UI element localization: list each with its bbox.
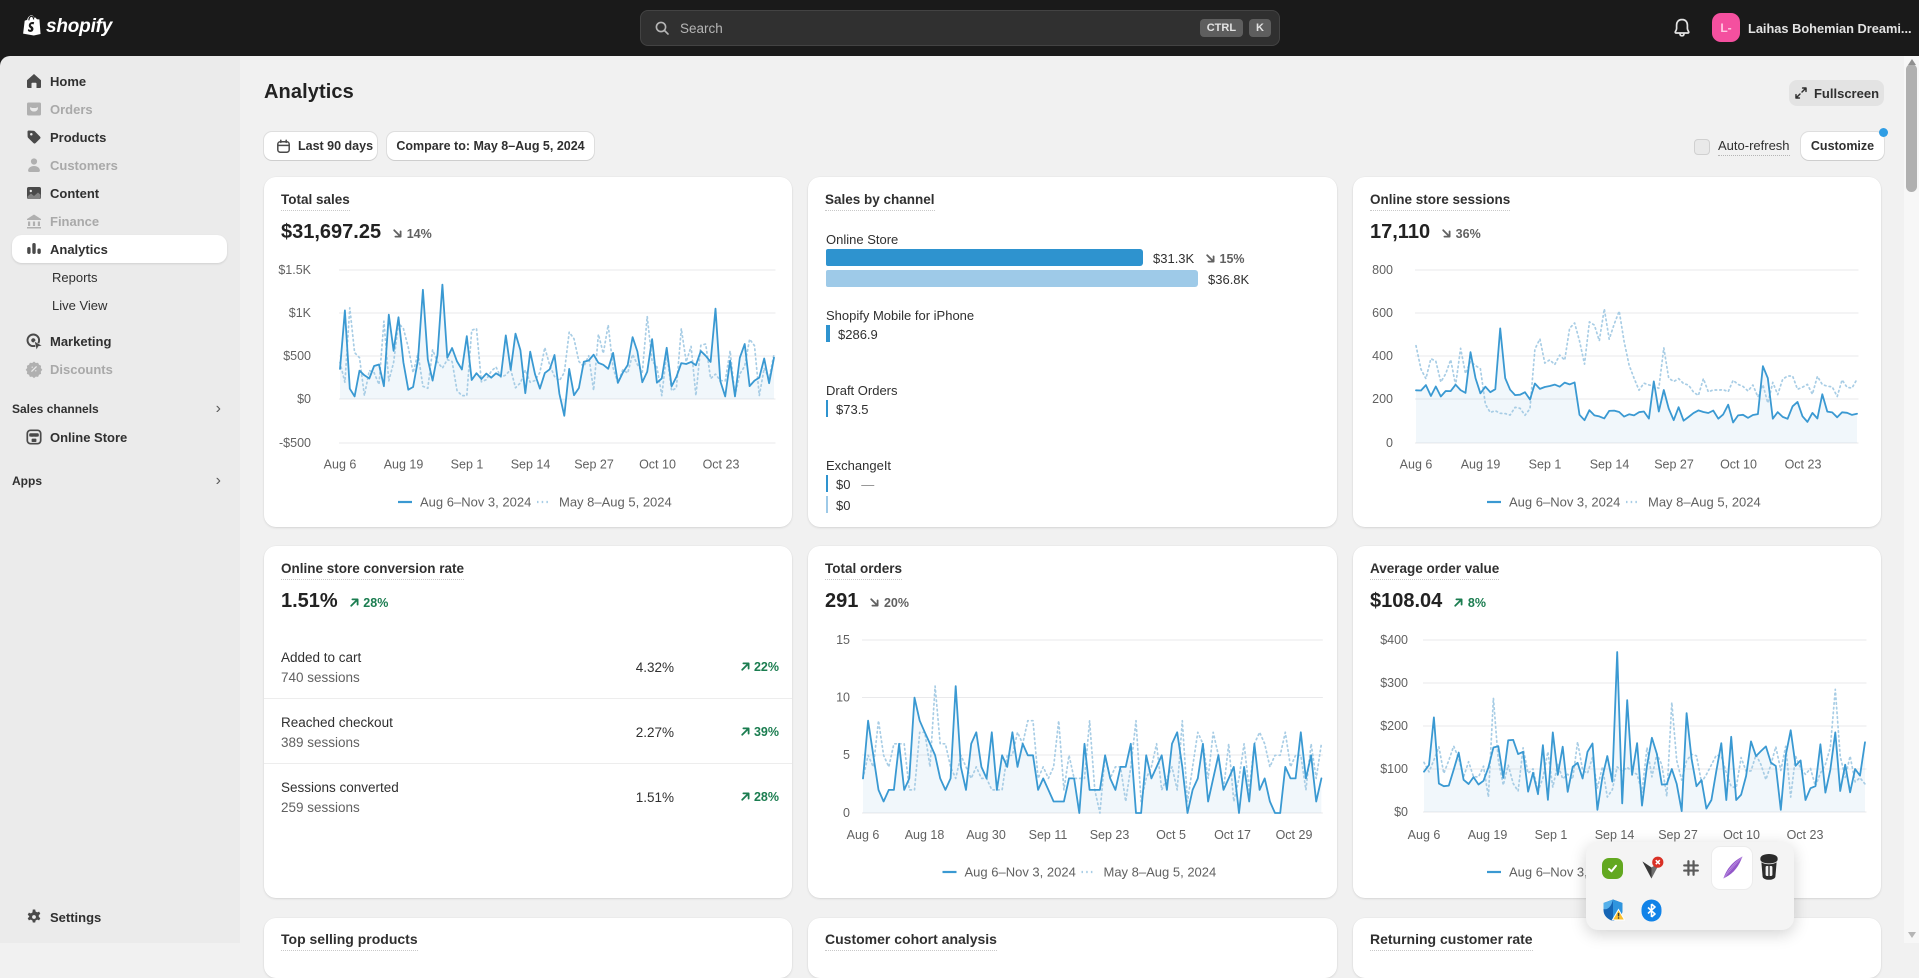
svg-text:Sep 1: Sep 1	[1535, 828, 1568, 842]
svg-text:$200: $200	[1380, 719, 1408, 733]
svg-text:Oct 17: Oct 17	[1214, 828, 1251, 842]
svg-text:Aug 6: Aug 6	[1400, 458, 1433, 472]
svg-text:Sep 11: Sep 11	[1029, 828, 1068, 842]
svg-text:Aug 6–Nov 3, 2024: Aug 6–Nov 3, 2024	[420, 495, 531, 510]
svg-text:400: 400	[1372, 349, 1393, 363]
svg-text:$300: $300	[1380, 676, 1408, 690]
svg-text:10: 10	[836, 691, 850, 705]
svg-text:May 8–Aug 5, 2024: May 8–Aug 5, 2024	[559, 495, 672, 510]
svg-text:$400: $400	[1380, 633, 1408, 647]
svg-text:-$500: -$500	[279, 436, 311, 450]
svg-text:Sep 1: Sep 1	[1529, 458, 1562, 472]
svg-text:Aug 18: Aug 18	[905, 828, 945, 842]
svg-text:600: 600	[1372, 306, 1393, 320]
svg-text:Aug 19: Aug 19	[384, 458, 424, 472]
svg-text:15: 15	[836, 633, 850, 647]
svg-text:Oct 23: Oct 23	[1785, 458, 1822, 472]
svg-text:Aug 6: Aug 6	[1408, 828, 1441, 842]
svg-text:Aug 6: Aug 6	[324, 458, 357, 472]
svg-text:Sep 1: Sep 1	[451, 458, 484, 472]
svg-text:Oct 29: Oct 29	[1276, 828, 1313, 842]
svg-text:Aug 6–Nov 3, 2024: Aug 6–Nov 3, 2024	[965, 865, 1076, 880]
svg-text:800: 800	[1372, 263, 1393, 277]
svg-text:Aug 6–Nov 3, 2024: Aug 6–Nov 3, 2024	[1509, 495, 1620, 510]
svg-text:$500: $500	[283, 349, 311, 363]
svg-text:Sep 27: Sep 27	[574, 458, 614, 472]
svg-text:$100: $100	[1380, 762, 1408, 776]
svg-text:0: 0	[1386, 436, 1393, 450]
svg-text:5: 5	[843, 748, 850, 762]
svg-text:Oct 5: Oct 5	[1156, 828, 1186, 842]
svg-text:Oct 23: Oct 23	[703, 458, 740, 472]
svg-text:$1.5K: $1.5K	[278, 263, 311, 277]
svg-text:Oct 10: Oct 10	[1720, 458, 1757, 472]
svg-text:Aug 30: Aug 30	[966, 828, 1006, 842]
svg-text:$0: $0	[1394, 805, 1408, 819]
svg-text:Aug 6: Aug 6	[847, 828, 880, 842]
svg-text:Oct 10: Oct 10	[1723, 828, 1760, 842]
svg-text:Aug 19: Aug 19	[1468, 828, 1508, 842]
svg-text:200: 200	[1372, 392, 1393, 406]
svg-text:Sep 27: Sep 27	[1658, 828, 1698, 842]
svg-text:May 8–Aug 5, 2024: May 8–Aug 5, 2024	[1104, 865, 1217, 880]
svg-text:Sep 14: Sep 14	[1590, 458, 1630, 472]
svg-text:May 8–Aug 5, 2024: May 8–Aug 5, 2024	[1648, 495, 1761, 510]
svg-text:0: 0	[843, 806, 850, 820]
svg-text:Sep 14: Sep 14	[511, 458, 551, 472]
svg-text:Oct 10: Oct 10	[639, 458, 676, 472]
svg-text:$1K: $1K	[289, 306, 312, 320]
svg-text:Aug 19: Aug 19	[1461, 458, 1501, 472]
svg-text:Sep 27: Sep 27	[1654, 458, 1694, 472]
svg-text:Sep 23: Sep 23	[1090, 828, 1130, 842]
svg-text:$0: $0	[297, 392, 311, 406]
svg-text:Sep 14: Sep 14	[1595, 828, 1635, 842]
svg-text:Oct 23: Oct 23	[1787, 828, 1824, 842]
